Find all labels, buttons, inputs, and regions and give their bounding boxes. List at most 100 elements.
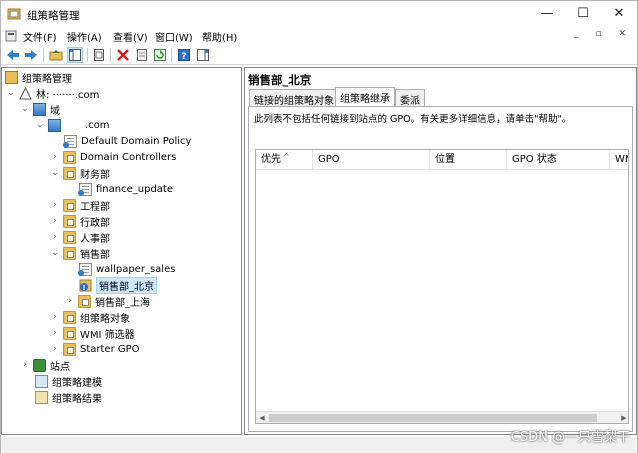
show-action-pane-icon[interactable] xyxy=(195,47,211,63)
tree-label: wallpaper_sales xyxy=(96,263,176,275)
tree-item-sites[interactable]: › 站点 xyxy=(20,357,70,373)
delete-icon[interactable] xyxy=(115,47,131,63)
chevron-down-icon[interactable]: ⌄ xyxy=(6,85,16,101)
back-arrow-icon[interactable] xyxy=(5,47,21,63)
svg-text:!: ! xyxy=(82,284,85,292)
chevron-right-icon[interactable]: › xyxy=(50,229,60,245)
scroll-right-icon[interactable]: ▶ xyxy=(618,412,628,423)
app-window: 组策略管理 — ☐ ✕ 文件(F) 操作(A) 查看(V) 窗口(W) 帮助(H… xyxy=(0,0,638,453)
chevron-right-icon[interactable]: › xyxy=(50,149,60,165)
help-icon[interactable]: ? xyxy=(176,47,192,63)
chevron-down-icon[interactable]: ⌄ xyxy=(50,245,60,261)
chevron-right-icon[interactable]: › xyxy=(50,309,60,325)
gpo-link-icon xyxy=(78,262,92,276)
tree-label: 域 xyxy=(50,105,60,117)
toolbar-separator xyxy=(110,48,111,62)
tree-label: 组策略管理 xyxy=(22,73,72,85)
col-header-gpo-status[interactable]: GPO 状态 xyxy=(507,150,610,170)
menu-window[interactable]: 窗口(W) xyxy=(155,29,193,44)
tree-item-finance[interactable]: ⌄ 财务部 xyxy=(50,165,110,181)
ou-folder-icon xyxy=(63,150,76,164)
menu-help[interactable]: 帮助(H) xyxy=(202,29,237,44)
scroll-thumb[interactable] xyxy=(269,414,597,422)
tree-item-forest[interactable]: ⌄ 林: ·······.com xyxy=(6,85,99,101)
forward-arrow-icon[interactable] xyxy=(23,47,39,63)
chevron-right-icon[interactable]: › xyxy=(50,325,60,341)
tree-item-domain-controllers[interactable]: › Domain Controllers xyxy=(50,149,176,165)
chevron-right-icon[interactable]: › xyxy=(65,293,75,309)
horizontal-scrollbar[interactable]: ◀ ▶ xyxy=(256,411,628,423)
chevron-right-icon[interactable]: › xyxy=(50,197,60,213)
tree-item-sales-beijing[interactable]: ! 销售部_北京 xyxy=(79,276,157,294)
menu-view[interactable]: 查看(V) xyxy=(113,29,148,44)
tree-item-modeling[interactable]: 组策略建模 xyxy=(35,373,102,389)
chevron-right-icon[interactable]: › xyxy=(50,213,60,229)
menu-action[interactable]: 操作(A) xyxy=(67,29,102,44)
minimize-button[interactable]: — xyxy=(529,1,565,27)
toolbar: ? xyxy=(1,45,637,65)
chevron-down-icon[interactable]: ⌄ xyxy=(35,117,45,133)
inheritance-description: 此列表不包括任何链接到站点的 GPO。有关更多详细信息，请单击"帮助"。 xyxy=(254,114,572,125)
details-pane: 销售部_北京 链接的组策略对象 组策略继承 委派 此列表不包括任何链接到站点的 … xyxy=(244,67,637,435)
domain-icon xyxy=(48,118,61,132)
tree-label: 财务部 xyxy=(80,169,110,181)
watermark: CSDN @一只雪梨干 xyxy=(510,430,630,445)
maximize-button[interactable]: ☐ xyxy=(565,1,601,27)
chevron-down-icon[interactable]: ⌄ xyxy=(50,165,60,181)
gpo-link-icon xyxy=(78,182,92,196)
tree-label: Default Domain Policy xyxy=(81,135,192,147)
close-button[interactable]: ✕ xyxy=(601,1,637,27)
show-hide-tree-icon[interactable] xyxy=(67,47,83,63)
up-folder-icon[interactable] xyxy=(48,47,64,63)
gpo-link-icon xyxy=(63,134,77,148)
properties-page-icon[interactable] xyxy=(91,47,107,63)
tree-item-domains[interactable]: ⌄ 域 xyxy=(20,101,60,117)
tab-delegation[interactable]: 委派 xyxy=(395,89,425,107)
tree-item-engineering[interactable]: › 工程部 xyxy=(50,197,110,213)
toolbar-separator xyxy=(171,48,172,62)
menu-file[interactable]: 文件(F) xyxy=(23,29,57,44)
console-menu-icon[interactable] xyxy=(5,30,17,42)
tree-item-hr[interactable]: › 人事部 xyxy=(50,229,110,245)
col-header-location[interactable]: 位置 xyxy=(430,150,507,170)
title-bar: 组策略管理 — ☐ ✕ xyxy=(1,1,637,27)
chevron-right-icon[interactable]: › xyxy=(50,341,60,357)
col-header-precedence[interactable]: 优先 ^ xyxy=(256,150,313,170)
tree-item-wmi-filters[interactable]: › WMI 筛选器 xyxy=(50,325,135,341)
tree-item-gpo-objects[interactable]: › 组策略对象 xyxy=(50,309,130,325)
tree-label: 销售部 xyxy=(80,249,110,261)
col-header-wmi[interactable]: WM xyxy=(610,150,628,170)
col-header-gpo[interactable]: GPO xyxy=(313,150,430,170)
tree-item-domain[interactable]: ⌄ .com xyxy=(35,117,110,133)
tree-label: 组策略结果 xyxy=(52,393,102,405)
tab-panel: 此列表不包括任何链接到站点的 GPO。有关更多详细信息，请单击"帮助"。 优先 … xyxy=(248,106,633,432)
tree-item-finance-update[interactable]: finance_update xyxy=(78,181,173,197)
tree-item-admin[interactable]: › 行政部 xyxy=(50,213,110,229)
mdi-window-controls[interactable]: _ ▫ ✕ xyxy=(574,29,633,39)
menu-bar: 文件(F) 操作(A) 查看(V) 窗口(W) 帮助(H) _ ▫ ✕ xyxy=(1,27,637,45)
properties-icon[interactable] xyxy=(134,47,150,63)
container-folder-icon xyxy=(63,342,76,356)
sort-ascending-icon: ^ xyxy=(283,152,290,161)
ou-folder-icon xyxy=(63,230,76,244)
scroll-left-icon[interactable]: ◀ xyxy=(256,412,268,423)
domains-icon xyxy=(33,102,46,116)
tree-item-default-domain-policy[interactable]: Default Domain Policy xyxy=(63,133,192,149)
chevron-right-icon[interactable]: › xyxy=(20,357,30,373)
tree-item-sales-shanghai[interactable]: › 销售部_上海 xyxy=(65,293,150,309)
inheritance-list[interactable]: 优先 ^ GPO 位置 GPO 状态 WM ◀ ▶ xyxy=(255,149,629,424)
console-tree: 组策略管理 ⌄ 林: ·······.com ⌄ 域 ⌄ .com Defaul… xyxy=(1,67,242,435)
tree-item-root[interactable]: 组策略管理 xyxy=(5,69,72,85)
window-title: 组策略管理 xyxy=(27,10,80,22)
tree-label: finance_update xyxy=(96,183,173,195)
tree-item-sales[interactable]: ⌄ 销售部 xyxy=(50,245,110,261)
tree-label: WMI 筛选器 xyxy=(80,329,135,341)
tree-item-starter-gpo[interactable]: › Starter GPO xyxy=(50,341,140,357)
tab-linked-gpos[interactable]: 链接的组策略对象 xyxy=(249,89,339,107)
chevron-down-icon[interactable]: ⌄ xyxy=(20,101,30,117)
tree-item-wallpaper-sales[interactable]: wallpaper_sales xyxy=(78,261,176,277)
tree-label: 行政部 xyxy=(80,217,110,229)
refresh-icon[interactable] xyxy=(152,47,168,63)
tree-item-results[interactable]: 组策略结果 xyxy=(35,389,102,405)
tab-gp-inheritance[interactable]: 组策略继承 xyxy=(335,87,395,106)
